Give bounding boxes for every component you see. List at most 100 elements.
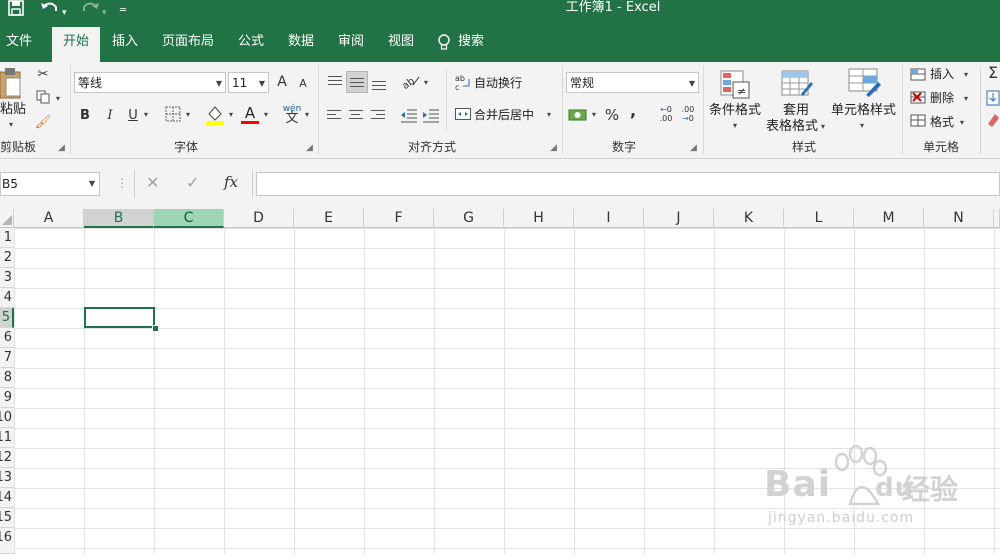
column-header-c[interactable]: C <box>154 209 224 228</box>
delete-cells-button[interactable]: 删除 <box>930 89 954 107</box>
copy-dropdown-icon[interactable]: ▾ <box>56 94 60 103</box>
underline-button[interactable]: U <box>124 107 142 125</box>
select-all-corner[interactable] <box>0 209 14 228</box>
tab-home[interactable]: 开始 <box>52 27 100 62</box>
row-header-7[interactable]: 7 <box>0 348 14 368</box>
underline-dropdown-icon[interactable]: ▾ <box>144 110 148 119</box>
insert-dropdown-icon[interactable]: ▾ <box>964 70 968 79</box>
paste-dropdown-icon[interactable]: ▾ <box>9 120 13 129</box>
align-right-icon[interactable] <box>370 108 386 124</box>
undo-icon[interactable] <box>40 0 60 20</box>
align-middle-icon[interactable] <box>346 71 368 93</box>
font-launcher-icon[interactable]: ◢ <box>306 143 313 153</box>
merge-dropdown-icon[interactable]: ▾ <box>547 110 551 119</box>
paste-icon[interactable] <box>0 66 22 100</box>
row-header-4[interactable]: 4 <box>0 288 14 308</box>
font-color-dropdown-icon[interactable]: ▾ <box>264 110 268 119</box>
tab-view[interactable]: 视图 <box>380 27 422 62</box>
fill-color-dropdown-icon[interactable]: ▾ <box>229 110 233 119</box>
italic-button[interactable]: I <box>101 107 119 125</box>
cell-styles-button[interactable]: 单元格样式 <box>831 102 896 120</box>
tab-insert[interactable]: 插入 <box>104 27 146 62</box>
fill-icon[interactable] <box>986 90 1000 106</box>
column-header-m[interactable]: M <box>854 209 924 228</box>
format-dropdown-icon[interactable]: ▾ <box>960 118 964 127</box>
clear-icon[interactable] <box>986 112 1000 128</box>
increase-decimal-icon[interactable]: ←0.00 <box>656 105 676 123</box>
column-header-h[interactable]: H <box>504 209 574 228</box>
column-header-b[interactable]: B <box>84 209 154 228</box>
row-header-13[interactable]: 13 <box>0 468 14 488</box>
tab-data[interactable]: 数据 <box>280 27 322 62</box>
copy-icon[interactable] <box>34 90 52 110</box>
borders-icon[interactable] <box>164 106 182 128</box>
format-cells-button[interactable]: 格式 <box>930 113 954 131</box>
currency-dropdown-icon[interactable]: ▾ <box>592 110 596 119</box>
column-header-n[interactable]: N <box>924 209 994 228</box>
align-left-icon[interactable] <box>326 108 342 124</box>
column-header-a[interactable]: A <box>14 209 84 228</box>
format-as-table-icon[interactable] <box>781 70 813 100</box>
cell-styles-icon[interactable] <box>848 68 882 98</box>
wrap-text-button[interactable]: 自动换行 <box>474 74 522 92</box>
fill-color-icon[interactable] <box>205 104 225 132</box>
undo-dropdown-icon[interactable]: ▾ <box>62 4 67 22</box>
number-launcher-icon[interactable]: ◢ <box>690 143 697 153</box>
fill-handle[interactable] <box>152 325 159 332</box>
increase-font-size-icon[interactable]: A <box>275 73 289 91</box>
tab-review[interactable]: 审阅 <box>330 27 372 62</box>
cut-icon[interactable]: ✂ <box>34 66 52 84</box>
align-bottom-icon[interactable] <box>370 74 388 90</box>
align-top-icon[interactable] <box>326 74 344 90</box>
format-cells-icon[interactable] <box>910 112 926 128</box>
format-as-table-label-2[interactable]: 表格格式 <box>766 118 818 136</box>
tab-page-layout[interactable]: 页面布局 <box>156 27 220 62</box>
row-header-3[interactable]: 3 <box>0 268 14 288</box>
column-header-l[interactable]: L <box>784 209 854 228</box>
insert-function-icon[interactable]: fx <box>224 173 238 191</box>
paste-label[interactable]: 粘贴 <box>0 101 26 119</box>
search-tab[interactable]: 搜索 <box>454 27 488 62</box>
active-cell-b5[interactable] <box>84 307 155 328</box>
format-painter-icon[interactable]: 🖌 <box>34 114 52 132</box>
row-header-14[interactable]: 14 <box>0 488 14 508</box>
conditional-formatting-icon[interactable]: ≠ <box>720 70 752 100</box>
increase-indent-icon[interactable] <box>422 106 440 124</box>
row-header-16[interactable]: 16 <box>0 528 14 554</box>
column-header-e[interactable]: E <box>294 209 364 228</box>
percent-icon[interactable]: % <box>603 106 621 124</box>
font-size-combo[interactable]: 11 ▼ <box>228 72 269 93</box>
delete-dropdown-icon[interactable]: ▾ <box>964 94 968 103</box>
row-header-5[interactable]: 5 <box>0 308 14 328</box>
row-header-15[interactable]: 15 <box>0 508 14 528</box>
conditional-dropdown-icon[interactable]: ▾ <box>733 121 737 130</box>
row-header-6[interactable]: 6 <box>0 328 14 348</box>
row-header-10[interactable]: 10 <box>0 408 14 428</box>
delete-cells-icon[interactable] <box>910 89 926 105</box>
row-header-8[interactable]: 8 <box>0 368 14 388</box>
align-center-icon[interactable] <box>348 108 364 124</box>
row-header-12[interactable]: 12 <box>0 448 14 468</box>
column-header-d[interactable]: D <box>224 209 294 228</box>
font-name-combo[interactable]: 等线 ▼ <box>74 72 226 93</box>
decrease-font-size-icon[interactable]: A <box>296 75 310 93</box>
row-header-11[interactable]: 11 <box>0 428 14 448</box>
borders-dropdown-icon[interactable]: ▾ <box>186 110 190 119</box>
merge-center-icon[interactable] <box>455 106 471 122</box>
decrease-decimal-icon[interactable]: .00 →0 <box>678 105 698 123</box>
font-color-icon[interactable]: A <box>240 104 260 122</box>
phonetic-dropdown-icon[interactable]: ▾ <box>305 110 309 119</box>
currency-icon[interactable] <box>568 106 588 124</box>
cell-styles-dropdown-icon[interactable]: ▾ <box>860 121 864 130</box>
wrap-text-icon[interactable]: ab c <box>455 73 471 92</box>
format-table-dropdown-icon[interactable]: ▾ <box>821 122 825 131</box>
column-header-g[interactable]: G <box>434 209 504 228</box>
row-header-9[interactable]: 9 <box>0 388 14 408</box>
orientation-dropdown-icon[interactable]: ▾ <box>424 78 428 87</box>
alignment-launcher-icon[interactable]: ◢ <box>550 143 557 153</box>
bold-button[interactable]: B <box>76 107 94 125</box>
column-header-i[interactable]: I <box>574 209 644 228</box>
merge-center-button[interactable]: 合并后居中 <box>474 106 534 124</box>
column-header-k[interactable]: K <box>714 209 784 228</box>
autosum-icon[interactable]: Σ <box>986 64 1000 82</box>
